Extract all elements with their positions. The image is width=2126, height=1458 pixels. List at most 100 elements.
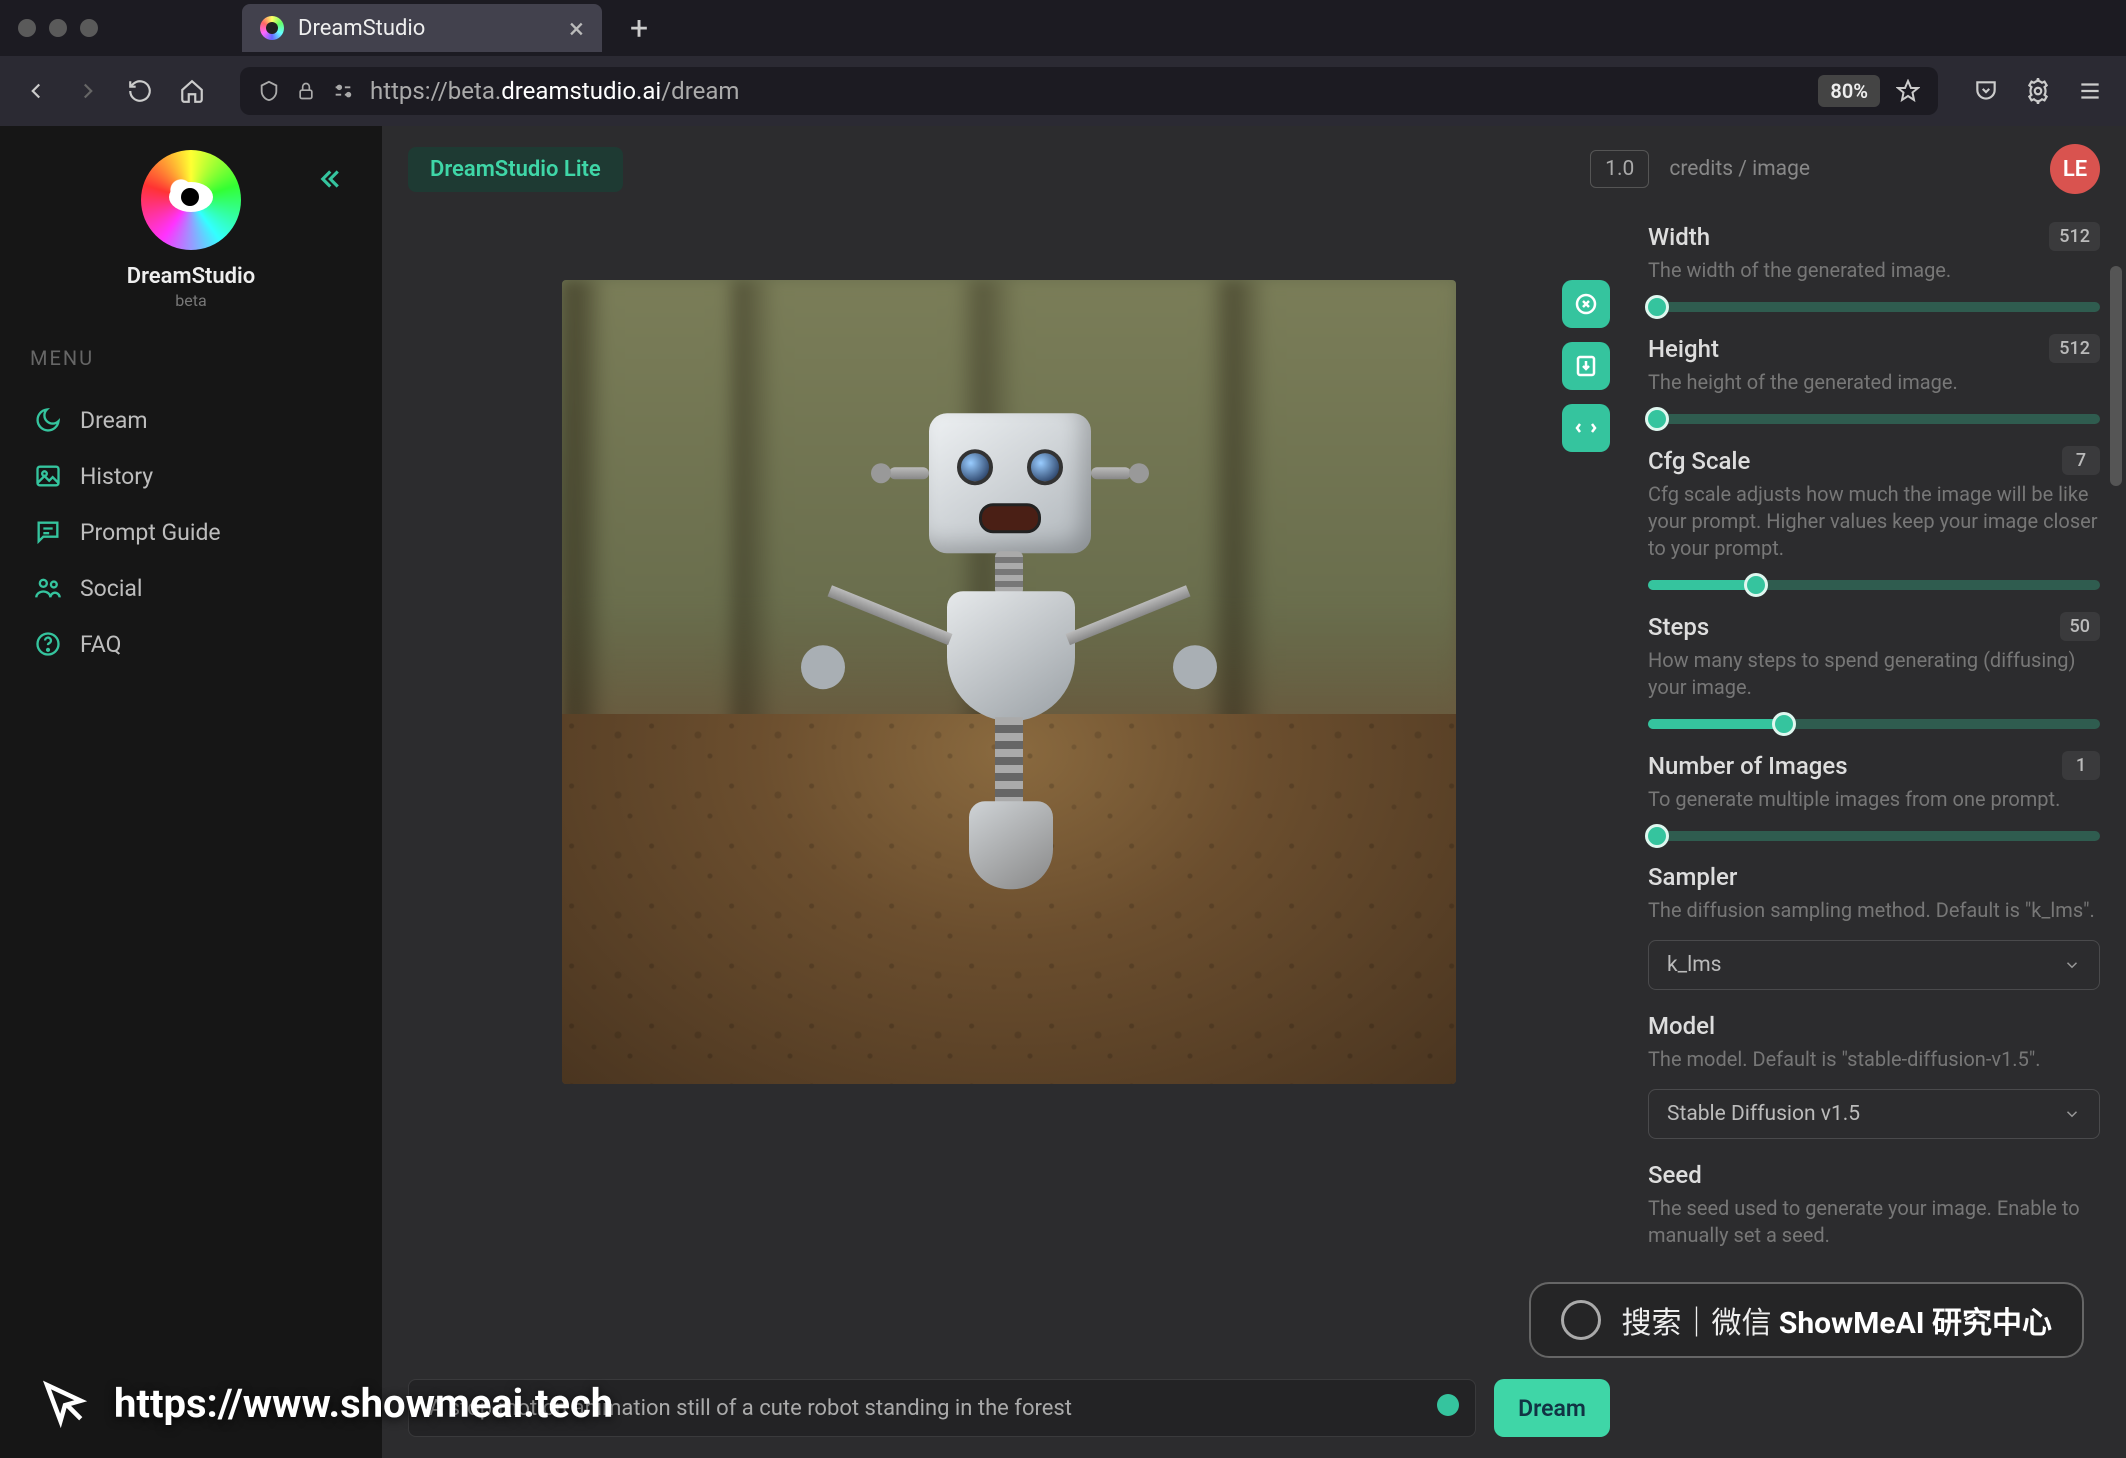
- model-select[interactable]: Stable Diffusion v1.5: [1648, 1089, 2100, 1139]
- back-button[interactable]: [22, 77, 50, 105]
- setting-label: Height: [1648, 335, 1719, 363]
- sampler-select[interactable]: k_lms: [1648, 940, 2100, 990]
- main-area: DreamStudio Lite 1.0 credits / image LE: [382, 126, 2126, 1458]
- zoom-badge[interactable]: 80%: [1818, 75, 1880, 107]
- sidebar-item-social[interactable]: Social: [30, 560, 352, 616]
- sidebar-item-label: FAQ: [80, 631, 122, 658]
- window-titlebar: DreamStudio × +: [0, 0, 2126, 56]
- setting-desc: The seed used to generate your image. En…: [1648, 1195, 2100, 1249]
- setting-value-badge: 1: [2062, 751, 2100, 780]
- url-bar[interactable]: https://beta.dreamstudio.ai/dream 80%: [240, 67, 1938, 115]
- forward-button[interactable]: [74, 77, 102, 105]
- image-regenerate-button[interactable]: [1562, 404, 1610, 452]
- permissions-icon: [332, 80, 354, 102]
- prompt-status-dot-icon: [1437, 1394, 1459, 1416]
- steps-slider[interactable]: [1648, 719, 2100, 729]
- setting-desc: The diffusion sampling method. Default i…: [1648, 897, 2100, 924]
- select-value: k_lms: [1667, 953, 1721, 977]
- new-tab-button[interactable]: +: [630, 9, 648, 47]
- moon-icon: [34, 406, 62, 434]
- app-mode-tag[interactable]: DreamStudio Lite: [408, 147, 623, 192]
- image-icon: [34, 462, 62, 490]
- help-icon: [34, 630, 62, 658]
- sidebar-item-prompt-guide[interactable]: Prompt Guide: [30, 504, 352, 560]
- credits-value: 1.0: [1590, 150, 1649, 188]
- cfg-slider[interactable]: [1648, 580, 2100, 590]
- shield-icon: [258, 80, 280, 102]
- cursor-icon: [38, 1376, 92, 1430]
- scrollbar[interactable]: [2110, 266, 2122, 486]
- chevron-down-icon: [2063, 956, 2081, 974]
- width-slider[interactable]: [1648, 302, 2100, 312]
- setting-label: Number of Images: [1648, 752, 1848, 780]
- settings-panel: Width 512 The width of the generated ima…: [1636, 212, 2126, 1458]
- watermark-url: https://www.showmeai.tech: [114, 1380, 613, 1427]
- traffic-lights: [18, 19, 98, 37]
- brand-name: DreamStudio: [127, 264, 255, 289]
- sidebar-item-history[interactable]: History: [30, 448, 352, 504]
- watermark-footer: https://www.showmeai.tech: [38, 1376, 613, 1430]
- close-window-button[interactable]: [18, 19, 36, 37]
- dream-button[interactable]: Dream: [1494, 1379, 1610, 1437]
- sidebar-item-label: Prompt Guide: [80, 519, 221, 546]
- setting-desc: Cfg scale adjusts how much the image wil…: [1648, 481, 2100, 562]
- setting-cfg-scale: Cfg Scale 7 Cfg scale adjusts how much t…: [1648, 446, 2100, 590]
- app-topbar: DreamStudio Lite 1.0 credits / image LE: [382, 126, 2126, 212]
- home-button[interactable]: [178, 77, 206, 105]
- user-avatar[interactable]: LE: [2050, 144, 2100, 194]
- users-icon: [34, 574, 62, 602]
- sidebar-item-dream[interactable]: Dream: [30, 392, 352, 448]
- setting-width: Width 512 The width of the generated ima…: [1648, 222, 2100, 312]
- credits-label: credits / image: [1669, 157, 1810, 181]
- brand-subtitle: beta: [175, 291, 206, 310]
- watermark-pill: 搜索｜微信 ShowMeAI 研究中心: [1529, 1282, 2084, 1358]
- setting-model: Model The model. Default is "stable-diff…: [1648, 1012, 2100, 1139]
- sidebar-item-label: History: [80, 463, 153, 490]
- setting-label: Steps: [1648, 613, 1709, 641]
- redo-icon: [1574, 416, 1598, 440]
- menu-section-label: MENU: [30, 346, 352, 370]
- setting-seed: Seed The seed used to generate your imag…: [1648, 1161, 2100, 1249]
- browser-toolbar: https://beta.dreamstudio.ai/dream 80%: [0, 56, 2126, 126]
- sidebar-item-label: Dream: [80, 407, 148, 434]
- num-images-slider[interactable]: [1648, 831, 2100, 841]
- setting-label: Seed: [1648, 1161, 1702, 1189]
- setting-desc: How many steps to spend generating (diff…: [1648, 647, 2100, 701]
- setting-value-badge: 512: [2049, 222, 2100, 251]
- maximize-window-button[interactable]: [80, 19, 98, 37]
- image-close-button[interactable]: [1562, 280, 1610, 328]
- generated-image[interactable]: [562, 280, 1456, 1084]
- minimize-window-button[interactable]: [49, 19, 67, 37]
- setting-value-badge: 512: [2049, 334, 2100, 363]
- bookmark-star-icon[interactable]: [1896, 79, 1920, 103]
- url-text: https://beta.dreamstudio.ai/dream: [370, 77, 739, 105]
- setting-label: Model: [1648, 1012, 1715, 1040]
- menu-icon[interactable]: [2076, 77, 2104, 105]
- reload-button[interactable]: [126, 77, 154, 105]
- search-circle-icon: [1561, 1300, 1601, 1340]
- setting-num-images: Number of Images 1 To generate multiple …: [1648, 751, 2100, 841]
- extensions-icon[interactable]: [2024, 77, 2052, 105]
- brand-logo-icon: [141, 150, 241, 250]
- chat-icon: [34, 518, 62, 546]
- download-icon: [1574, 354, 1598, 378]
- collapse-sidebar-button[interactable]: [314, 164, 344, 198]
- close-tab-icon[interactable]: ×: [569, 12, 584, 45]
- browser-tab[interactable]: DreamStudio ×: [242, 4, 602, 52]
- sidebar: DreamStudio beta MENU Dream History Prom…: [0, 126, 382, 1458]
- setting-label: Cfg Scale: [1648, 447, 1750, 475]
- close-icon: [1574, 292, 1598, 316]
- lock-icon: [296, 81, 316, 101]
- setting-steps: Steps 50 How many steps to spend generat…: [1648, 612, 2100, 729]
- setting-sampler: Sampler The diffusion sampling method. D…: [1648, 863, 2100, 990]
- setting-desc: The model. Default is "stable-diffusion-…: [1648, 1046, 2100, 1073]
- select-value: Stable Diffusion v1.5: [1667, 1102, 1860, 1126]
- pocket-icon[interactable]: [1972, 77, 2000, 105]
- height-slider[interactable]: [1648, 414, 2100, 424]
- canvas-area: A stop-motion animation still of a cute …: [382, 212, 1636, 1458]
- sidebar-item-faq[interactable]: FAQ: [30, 616, 352, 672]
- setting-label: Width: [1648, 223, 1710, 251]
- favicon-icon: [260, 16, 284, 40]
- image-download-button[interactable]: [1562, 342, 1610, 390]
- setting-desc: To generate multiple images from one pro…: [1648, 786, 2100, 813]
